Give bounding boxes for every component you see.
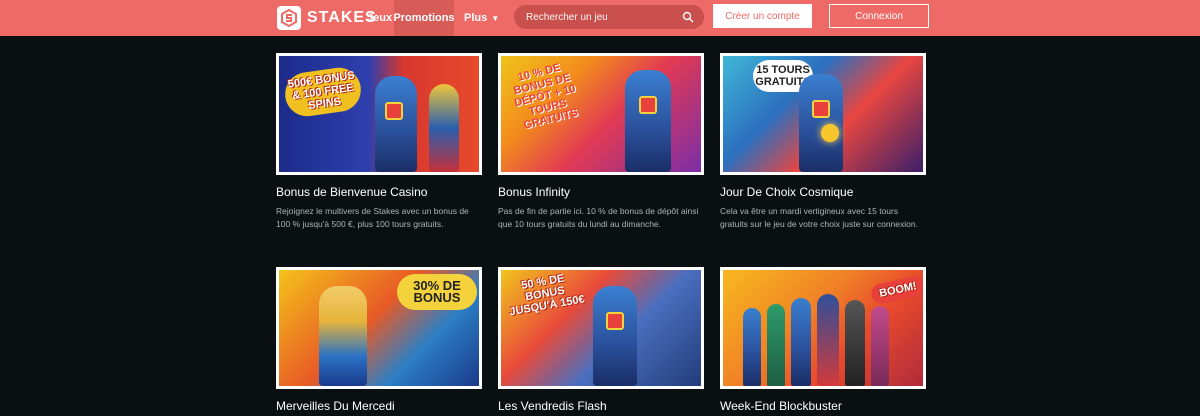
- promo-art-text: BOOM!: [869, 274, 923, 306]
- nav-item-promotions[interactable]: Promotions: [393, 0, 455, 36]
- promo-description: Pas de fin de partie ici. 10 % de bonus …: [498, 206, 699, 229]
- superhero-figure: [767, 304, 785, 386]
- nav-item-plus[interactable]: Plus ▼: [464, 0, 499, 36]
- promo-artwork: 50 % DE BONUS JUSQU'À 150€: [501, 270, 701, 386]
- promo-card-cosmique[interactable]: 15 TOURS GRATUITS Jour De Choix Cosmique…: [720, 53, 926, 231]
- promo-title[interactable]: Bonus Infinity: [498, 185, 704, 199]
- promo-title[interactable]: Jour De Choix Cosmique: [720, 185, 926, 199]
- create-account-button[interactable]: Créer un compte: [713, 4, 812, 28]
- promo-art-text: 10 % DE BONUS DE DÉPÔT + 10 TOURS GRATUI…: [512, 61, 580, 132]
- promo-artwork: BOOM!: [723, 270, 923, 386]
- promo-card-bienvenue[interactable]: 500€ BONUS & 100 FREE SPINS Bonus de Bie…: [276, 53, 482, 231]
- nav-item-label: Plus: [464, 12, 488, 24]
- promo-thumbnail[interactable]: 50 % DE BONUS JUSQU'À 150€: [498, 267, 704, 389]
- promo-description: Rejoignez le multivers de Stakes avec un…: [276, 206, 469, 229]
- promo-thumbnail[interactable]: BOOM!: [720, 267, 926, 389]
- promo-artwork: 30% DE BONUS: [279, 270, 479, 386]
- promo-artwork: 500€ BONUS & 100 FREE SPINS: [279, 56, 479, 172]
- promo-card-mercredi[interactable]: 30% DE BONUS Merveilles Du Mercedi: [276, 267, 482, 413]
- promo-artwork: 15 TOURS GRATUITS: [723, 56, 923, 172]
- superheroine-figure: [429, 84, 459, 172]
- promo-description: Cela va être un mardi vertigineux avec 1…: [720, 206, 918, 229]
- nav-item-jeux[interactable]: Jeux: [367, 0, 392, 36]
- coin-icon: [821, 124, 839, 142]
- stakes-logo-icon: [277, 6, 301, 30]
- superhero-figure: [791, 298, 811, 386]
- superhero-figure: [593, 286, 637, 386]
- promo-card-infinity[interactable]: 10 % DE BONUS DE DÉPÔT + 10 TOURS GRATUI…: [498, 53, 704, 231]
- promo-art-text: 500€ BONUS & 100 FREE SPINS: [282, 64, 364, 120]
- promo-artwork: 10 % DE BONUS DE DÉPÔT + 10 TOURS GRATUI…: [501, 56, 701, 172]
- promo-art-text: 30% DE BONUS: [397, 274, 477, 310]
- superheroine-figure: [319, 286, 367, 386]
- promo-card-vendredis[interactable]: 50 % DE BONUS JUSQU'À 150€ Les Vendredis…: [498, 267, 704, 413]
- superhero-figure: [625, 70, 671, 172]
- nav-item-label: Promotions: [393, 12, 455, 24]
- superhero-figure: [743, 308, 761, 386]
- promo-card-weekend[interactable]: BOOM! Week-End Blockbuster: [720, 267, 926, 413]
- promo-title[interactable]: Les Vendredis Flash: [498, 399, 704, 413]
- search-input[interactable]: [524, 10, 678, 24]
- promo-title[interactable]: Bonus de Bienvenue Casino: [276, 185, 482, 199]
- nav-item-label: Jeux: [367, 12, 393, 24]
- superhero-figure: [871, 306, 889, 386]
- chevron-down-icon: ▼: [491, 13, 500, 23]
- search-bar: [514, 5, 704, 29]
- promo-thumbnail[interactable]: 500€ BONUS & 100 FREE SPINS: [276, 53, 482, 175]
- search-icon[interactable]: [682, 11, 694, 23]
- superhero-figure: [845, 300, 865, 386]
- superhero-figure: [375, 76, 417, 172]
- promo-art-text: 50 % DE BONUS JUSQU'À 150€: [508, 272, 586, 319]
- top-navigation-bar: STAKES Jeux Promotions Plus ▼ Créer un c…: [0, 0, 1200, 36]
- promo-thumbnail[interactable]: 10 % DE BONUS DE DÉPÔT + 10 TOURS GRATUI…: [498, 53, 704, 175]
- promo-thumbnail[interactable]: 15 TOURS GRATUITS: [720, 53, 926, 175]
- superhero-figure: [799, 74, 843, 172]
- superhero-figure: [817, 294, 839, 386]
- promo-thumbnail[interactable]: 30% DE BONUS: [276, 267, 482, 389]
- promo-title[interactable]: Week-End Blockbuster: [720, 399, 926, 413]
- promo-title[interactable]: Merveilles Du Mercedi: [276, 399, 482, 413]
- stakes-logo[interactable]: STAKES: [277, 4, 377, 32]
- login-button[interactable]: Connexion: [829, 4, 929, 28]
